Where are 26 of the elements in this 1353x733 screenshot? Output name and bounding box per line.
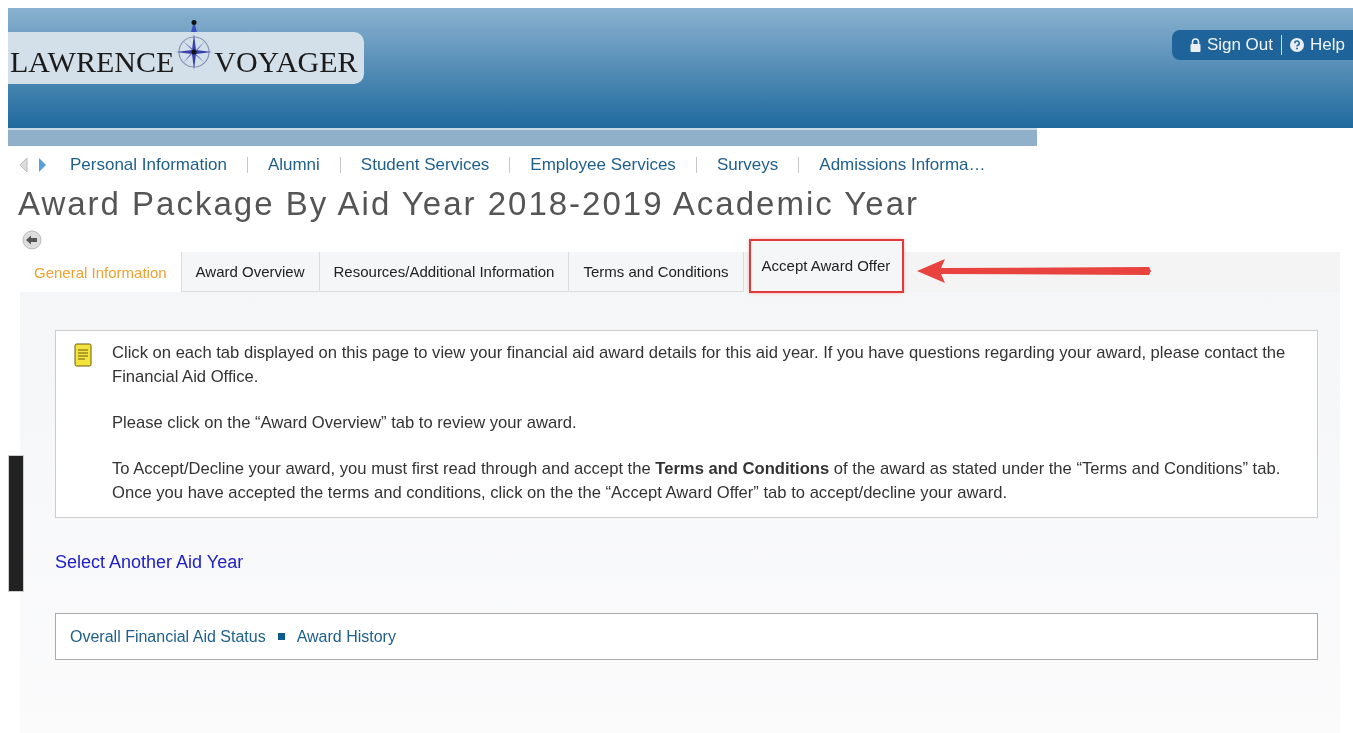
help-icon — [1290, 38, 1305, 52]
pointer-arrow-icon — [917, 258, 1153, 284]
tab[interactable]: Accept Award Offer — [749, 240, 904, 292]
tab[interactable]: Resources/Additional Information — [319, 252, 570, 292]
footer-link[interactable]: Award History — [296, 627, 396, 646]
info-paragraph: To Accept/Decline your award, you must first read through and accept the Terms and Conditions of the award as stated under the “Terms and Conditions” tab. Once you have accepted the terms and conditions, click on the the “Accept Award Offer” tab to accept/decline your award. — [112, 458, 1282, 504]
logo-text: LAWRENCE — [10, 47, 175, 77]
nav-link[interactable]: Personal Information — [70, 155, 227, 175]
select-aid-year-link[interactable]: Select Another Aid Year — [55, 552, 244, 573]
tab[interactable]: Award Overview — [181, 252, 320, 292]
note-icon — [74, 343, 92, 367]
nav-link[interactable]: Surveys — [716, 155, 779, 175]
page-title: Award Package By Aid Year 2018-2019 Academic Year — [18, 184, 920, 224]
info-paragraph: Click on each tab displayed on this page to view your financial aid award details for this aid year. If you have questions regarding your award, please contact the Financial Aid Office. — [112, 342, 1287, 388]
lock-icon — [1189, 38, 1201, 52]
info-paragraph: Please click on the “Award Overview” tab to review your award. — [112, 412, 578, 434]
help-link[interactable]: Help — [1290, 35, 1345, 55]
sign-out-link[interactable]: Sign Out — [1189, 35, 1274, 55]
nav-link[interactable]: Alumni — [267, 155, 320, 175]
nav-link[interactable]: Employee Services — [530, 155, 676, 175]
bullet-icon — [277, 633, 285, 640]
tab[interactable]: Terms and Conditions — [569, 252, 744, 292]
nav-link[interactable]: Student Services — [360, 155, 490, 175]
footer-link[interactable]: Overall Financial Aid Status — [70, 627, 266, 646]
nav-link[interactable]: Admissions Informa… — [819, 155, 986, 175]
logo-text: VOYAGER — [214, 47, 358, 77]
